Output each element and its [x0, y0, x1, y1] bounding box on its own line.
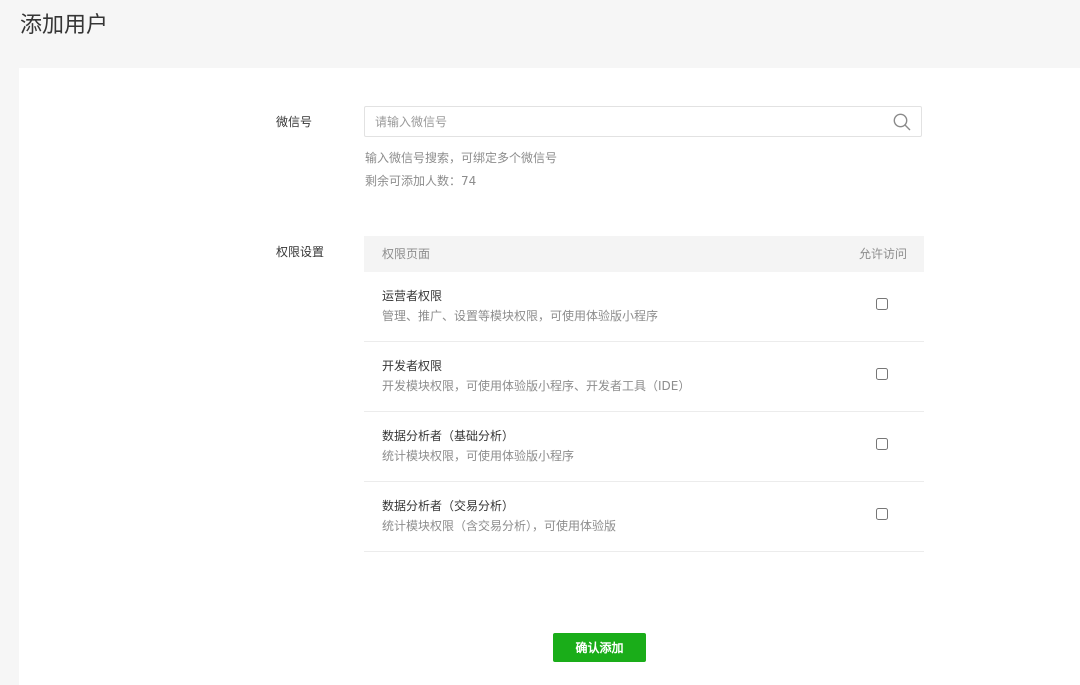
wechat-search-input[interactable] — [365, 107, 895, 136]
permission-title: 运营者权限 — [382, 289, 443, 303]
wechat-search-box[interactable] — [364, 106, 922, 137]
permission-desc: 管理、推广、设置等模块权限，可使用体验版小程序 — [382, 309, 659, 323]
header-allow-access: 允许访问 — [858, 247, 907, 261]
permission-desc: 开发模块权限，可使用体验版小程序、开发者工具（IDE） — [382, 379, 691, 393]
header-permission-page: 权限页面 — [382, 247, 431, 261]
permission-row-operator: 运营者权限 管理、推广、设置等模块权限，可使用体验版小程序 — [364, 272, 924, 342]
wechat-label: 微信号 — [276, 115, 313, 129]
permission-table-header: 权限页面 允许访问 — [364, 236, 924, 272]
permission-desc: 统计模块权限（含交易分析），可使用体验版 — [382, 519, 617, 533]
permission-desc: 统计模块权限，可使用体验版小程序 — [382, 449, 575, 463]
permission-row-analyst-trade: 数据分析者（交易分析） 统计模块权限（含交易分析），可使用体验版 — [364, 482, 924, 552]
wechat-search-hint: 输入微信号搜索，可绑定多个微信号 — [365, 151, 558, 165]
permission-checkbox-operator[interactable] — [876, 298, 888, 310]
search-icon[interactable] — [893, 113, 911, 131]
permission-row-analyst-basic: 数据分析者（基础分析） 统计模块权限，可使用体验版小程序 — [364, 412, 924, 482]
permission-title: 数据分析者（交易分析） — [382, 499, 515, 513]
confirm-add-button[interactable]: 确认添加 — [553, 633, 646, 662]
permission-checkbox-analyst-trade[interactable] — [876, 508, 888, 520]
page-title: 添加用户 — [20, 13, 109, 38]
add-user-form: 微信号 输入微信号搜索，可绑定多个微信号 剩余可添加人数：74 权限设置 权限页… — [19, 68, 1080, 685]
permission-checkbox-developer[interactable] — [876, 368, 888, 380]
permission-row-developer: 开发者权限 开发模块权限，可使用体验版小程序、开发者工具（IDE） — [364, 342, 924, 412]
permission-table: 权限页面 允许访问 运营者权限 管理、推广、设置等模块权限，可使用体验版小程序 … — [364, 236, 924, 552]
permission-label: 权限设置 — [276, 245, 325, 259]
permission-title: 数据分析者（基础分析） — [382, 429, 515, 443]
permission-title: 开发者权限 — [382, 359, 443, 373]
permission-checkbox-analyst-basic[interactable] — [876, 438, 888, 450]
remaining-count: 剩余可添加人数：74 — [365, 174, 477, 188]
